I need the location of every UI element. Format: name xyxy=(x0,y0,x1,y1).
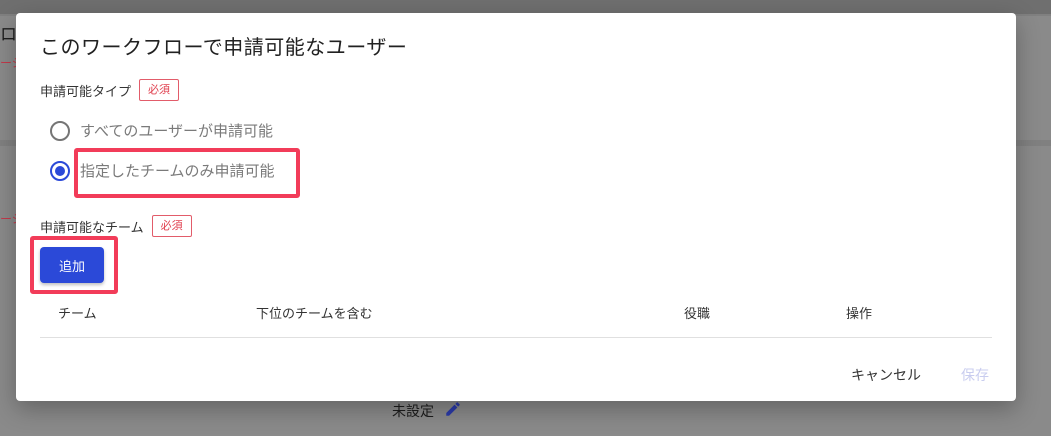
background-topbar xyxy=(0,0,1051,14)
column-role: 役職 xyxy=(684,307,711,322)
pencil-icon[interactable] xyxy=(444,400,462,422)
column-include-subteams: 下位のチームを含む xyxy=(256,307,373,322)
teams-label: 申請可能なチーム xyxy=(40,220,144,236)
highlight-box-add xyxy=(30,236,118,294)
column-team: チーム xyxy=(58,307,97,322)
column-actions: 操作 xyxy=(846,307,873,322)
setting-value: 未設定 xyxy=(392,404,434,420)
applicant-type-label-row: 申請可能タイプ 必須 xyxy=(40,79,180,101)
background-setting-row: 未設定 xyxy=(392,400,462,422)
radio-checked-icon[interactable] xyxy=(50,160,70,181)
highlight-box-option xyxy=(74,148,300,198)
applicant-dialog: このワークフローで申請可能なユーザー 申請可能タイプ 必須 すべてのユーザーが申… xyxy=(16,13,1016,401)
radio-option-label: すべてのユーザーが申請可能 xyxy=(80,122,274,140)
required-badge: 必須 xyxy=(139,79,180,101)
teams-table-header: チーム 下位のチームを含む 役職 操作 xyxy=(40,300,992,338)
cancel-button[interactable]: キャンセル xyxy=(851,365,921,385)
dialog-title: このワークフローで申請可能なユーザー xyxy=(40,35,408,59)
teams-label-row: 申請可能なチーム 必須 xyxy=(40,215,192,237)
required-badge: 必須 xyxy=(151,215,192,237)
radio-option-all-users[interactable]: すべてのユーザーが申請可能 xyxy=(50,120,273,141)
applicant-type-label: 申請可能タイプ xyxy=(40,84,132,100)
save-button[interactable]: 保存 xyxy=(961,365,989,385)
radio-unchecked-icon[interactable] xyxy=(50,120,70,141)
